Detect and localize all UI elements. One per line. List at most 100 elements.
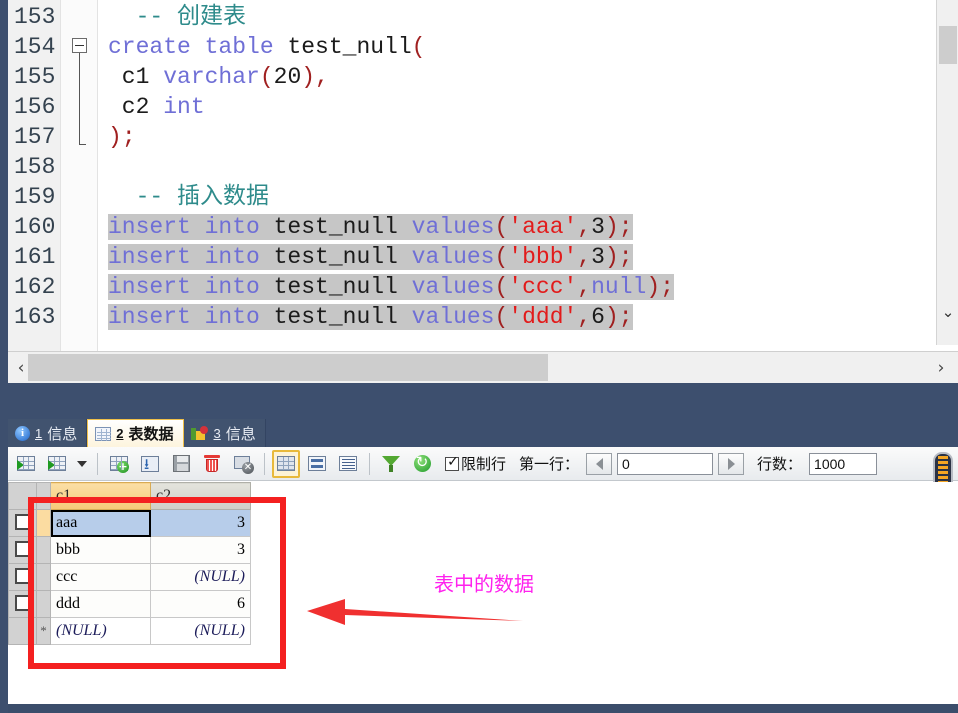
info-icon: i [15,425,30,441]
view-form-button[interactable] [334,450,362,478]
export-grid-button[interactable] [12,450,40,478]
status-bar [8,704,958,713]
code-token: insert into [108,304,260,330]
code-line[interactable]: c2 int [98,92,958,122]
view-grid-button[interactable] [272,449,300,478]
code-token: 6 [591,304,605,330]
code-line[interactable]: create table test_null( [98,32,958,62]
row-checkbox-cell[interactable] [8,509,37,537]
tab-2[interactable]: 2 表数据 [87,419,184,447]
code-text: create table test_null( [108,34,425,60]
table-row[interactable]: ddd 6 [8,590,251,618]
add-record-button[interactable]: + [105,450,133,478]
discard-changes-button[interactable]: ✕ [229,450,257,478]
code-line[interactable]: insert into test_null values('ccc',null)… [98,272,958,302]
apply-changes-button[interactable] [136,450,164,479]
filter-button[interactable] [377,450,405,478]
code-lines[interactable]: -- 创建表 create table test_null( c1 varchar… [98,0,958,383]
row-checkbox[interactable] [14,514,31,530]
tab-label: 表数据 [128,426,174,443]
first-row-next-button[interactable] [718,452,745,475]
scroll-down-icon[interactable]: ⌄ [937,301,958,323]
data-grid-table[interactable]: c1 c2 aaa 3 bbb 3 ccc (NULL) ddd 6 * (NULL) (NULL) [8,482,251,645]
code-area[interactable]: 153 154 155 156 157 158 159 160 161 162 163 -- 创建表… [8,0,958,383]
grid-toolbar[interactable]: + ✕ [8,447,958,481]
limit-rows-checkbox[interactable] [445,454,460,471]
new-record-row[interactable]: * (NULL) (NULL) [8,617,251,645]
code-line[interactable]: insert into test_null values('aaa',3); [98,212,958,242]
editor-hscroll-thumb[interactable] [28,354,548,381]
limit-rows-label: 限制行 [461,456,507,473]
row-marker-header [36,482,51,510]
tab-1[interactable]: i 1 信息 [8,419,88,447]
new-row-cell-c1[interactable]: (NULL) [50,617,151,645]
row-marker [36,590,51,618]
code-token: -- 创建表 [135,4,247,30]
row-count-input[interactable]: 1000 [809,452,878,475]
code-line[interactable] [98,152,958,182]
tab-3[interactable]: 3 信息 [183,419,266,447]
delete-record-button[interactable] [198,450,226,478]
column-header-c2[interactable]: c2 [150,482,251,510]
cell-c1[interactable]: bbb [50,536,151,564]
cell-c1[interactable]: aaa [50,509,151,537]
code-line[interactable]: insert into test_null values('ddd',6); [98,302,958,332]
row-checkbox[interactable] [14,568,31,584]
code-line[interactable]: -- 创建表 [98,2,958,32]
sql-editor-panel[interactable]: 153 154 155 156 157 158 159 160 161 162 163 -- 创建表… [8,0,958,383]
editor-vertical-scrollbar[interactable]: ⌄ [936,0,958,345]
new-row-cell-c2[interactable]: (NULL) [150,617,251,645]
grid-body[interactable]: aaa 3 bbb 3 ccc (NULL) ddd 6 * (NULL) (NULL) [8,509,251,645]
row-checkbox-cell[interactable] [8,536,37,564]
cell-c2[interactable]: 3 [150,536,251,564]
scroll-right-icon[interactable]: › [930,352,952,383]
code-token: 'aaa' [508,214,578,240]
cell-c2[interactable]: 3 [150,509,251,537]
result-tabs[interactable]: i 1 信息 2 表数据 3 信息 [8,419,266,447]
code-token: test_null [273,34,412,60]
table-row[interactable]: ccc (NULL) [8,563,251,591]
code-token: insert into [108,274,260,300]
selected-code-text: insert into test_null values('ddd',6); [108,304,633,330]
code-line[interactable]: ); [98,122,958,152]
view-split-button[interactable] [303,450,331,478]
code-token: , [577,274,592,300]
code-line[interactable]: c1 varchar(20), [98,62,958,92]
cell-c2[interactable]: 6 [150,590,251,618]
editor-horizontal-scrollbar[interactable]: ‹ › [8,351,958,383]
import-dropdown-button[interactable] [74,450,90,478]
line-number: 154 [14,34,56,60]
code-text: -- 创建表 [108,4,246,30]
code-line[interactable]: insert into test_null values('bbb',3); [98,242,958,272]
row-checkbox-cell[interactable] [8,590,37,618]
code-folding-column[interactable] [60,0,98,383]
grid-add-icon: + [110,456,129,473]
limit-rows-group[interactable]: 限制行 [445,453,506,474]
import-grid-button[interactable] [43,450,71,478]
table-row[interactable]: aaa 3 [8,509,251,537]
save-button[interactable] [167,450,195,478]
row-checkbox-cell[interactable] [8,563,37,591]
row-checkbox[interactable] [14,595,31,611]
row-checkbox[interactable] [14,541,31,557]
cell-c1[interactable]: ccc [50,563,151,591]
first-row-prev-button[interactable] [586,452,613,475]
line-number: 163 [14,304,56,330]
column-header-c1[interactable]: c1 [50,482,151,510]
code-token: ( [494,274,509,300]
first-row-input[interactable]: 0 [617,452,714,475]
code-token: insert into [108,214,260,240]
code-token: 20 [273,64,302,90]
grid-cancel-icon: ✕ [234,455,254,474]
floppy-save-icon [172,455,190,472]
fold-collapse-icon[interactable] [72,38,87,53]
table-row[interactable]: bbb 3 [8,536,251,564]
select-all-cell[interactable] [8,482,37,510]
editor-vscroll-thumb[interactable] [939,26,957,64]
refresh-button[interactable] [408,450,436,478]
grid-header-row: c1 c2 [8,482,251,510]
cell-c2[interactable]: (NULL) [150,563,251,591]
cell-c1[interactable]: ddd [50,590,151,618]
code-line[interactable]: -- 插入数据 [98,182,958,212]
code-token: null [591,274,647,300]
